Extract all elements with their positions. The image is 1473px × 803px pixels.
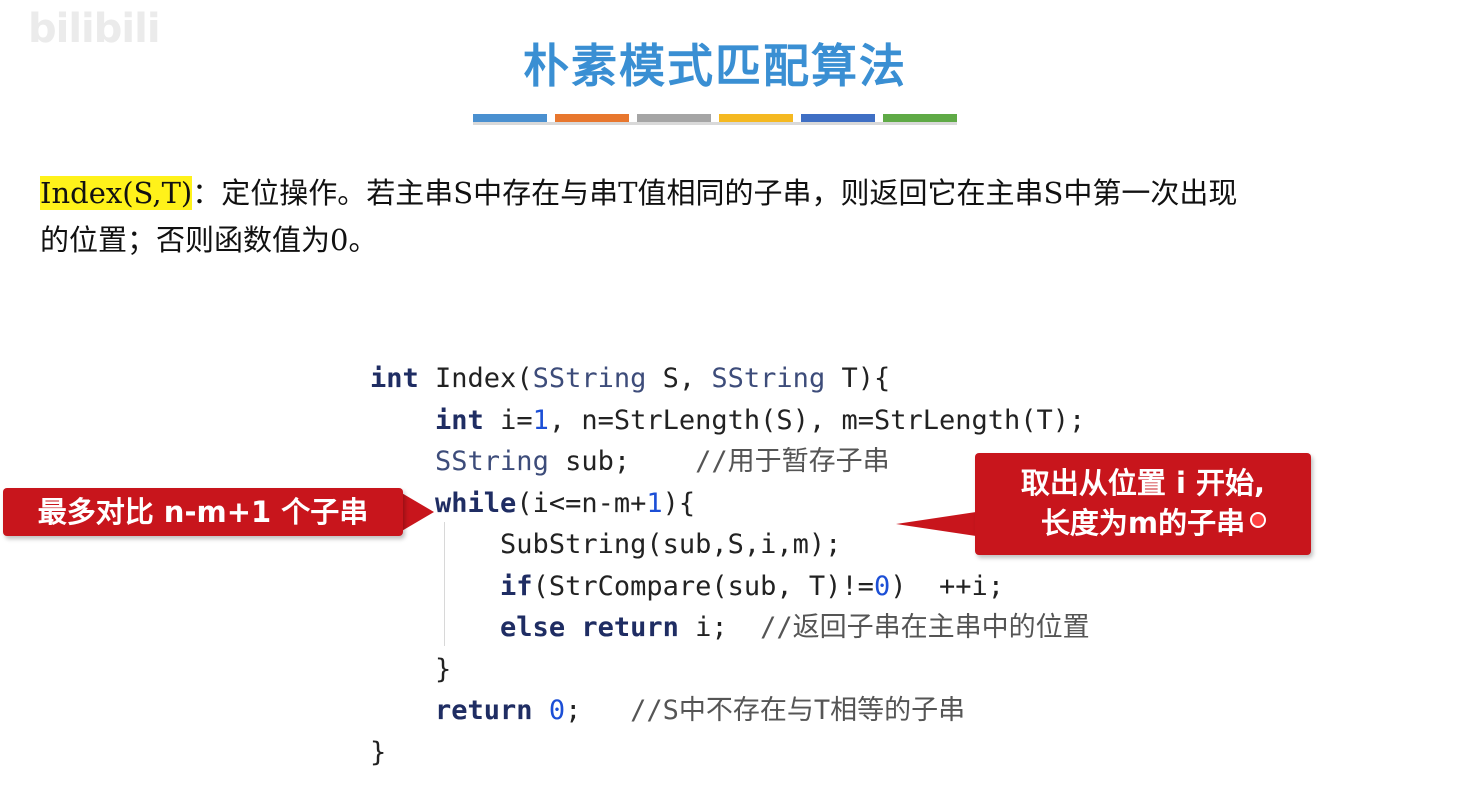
callout-max-compare: 最多对比 n-m+1 个子串 — [3, 488, 403, 536]
code-line: } — [370, 736, 387, 768]
color-bar-5 — [801, 114, 875, 122]
code-block: int Index(SString S, SString T){ int i=1… — [370, 358, 1090, 773]
color-bar-2 — [555, 114, 629, 122]
color-bar-6 — [883, 114, 957, 122]
scope-guide-line — [444, 522, 445, 646]
page-title: 朴素模式匹配算法 — [523, 39, 907, 93]
color-bar-1 — [473, 114, 547, 122]
color-bar-4 — [719, 114, 793, 122]
color-bar-3 — [637, 114, 711, 122]
laser-pointer-dot — [1250, 512, 1266, 528]
code-comment: //返回子串在主串中的位置 — [760, 612, 1090, 643]
code-line: int Index(SString S, SString T){ — [370, 363, 891, 394]
code-line: } — [435, 653, 452, 685]
callout-left-pointer — [400, 492, 434, 532]
code-line: if(StrCompare(sub, T)!=0) ++i; — [500, 570, 1004, 602]
callout-substring-line-1: 取出从位置 i 开始, — [1020, 466, 1266, 500]
definition-paragraph: Index(S,T)：定位操作。若主串S中存在与串T值相同的子串，则返回它在主串… — [40, 170, 1450, 264]
code-line: else return i; //返回子串在主串中的位置 — [500, 612, 1090, 643]
code-comment: //S中不存在与T相等的子串 — [630, 695, 966, 726]
definition-line-1: ：定位操作。若主串S中存在与串T值相同的子串，则返回它在主串S中第一次出现 — [192, 176, 1238, 210]
code-comment: //用于暂存子串 — [695, 446, 890, 477]
definition-line-2: 的位置；否则函数值为0。 — [40, 223, 378, 257]
code-line: int i=1, n=StrLength(S), m=StrLength(T); — [435, 404, 1086, 436]
index-term-highlight: Index(S,T) — [40, 176, 193, 210]
callout-substring: 取出从位置 i 开始, 长度为m的子串 — [975, 453, 1311, 555]
callout-right-pointer — [896, 512, 976, 536]
code-line: return 0; //S中不存在与T相等的子串 — [435, 695, 966, 726]
title-color-bars — [473, 114, 959, 125]
